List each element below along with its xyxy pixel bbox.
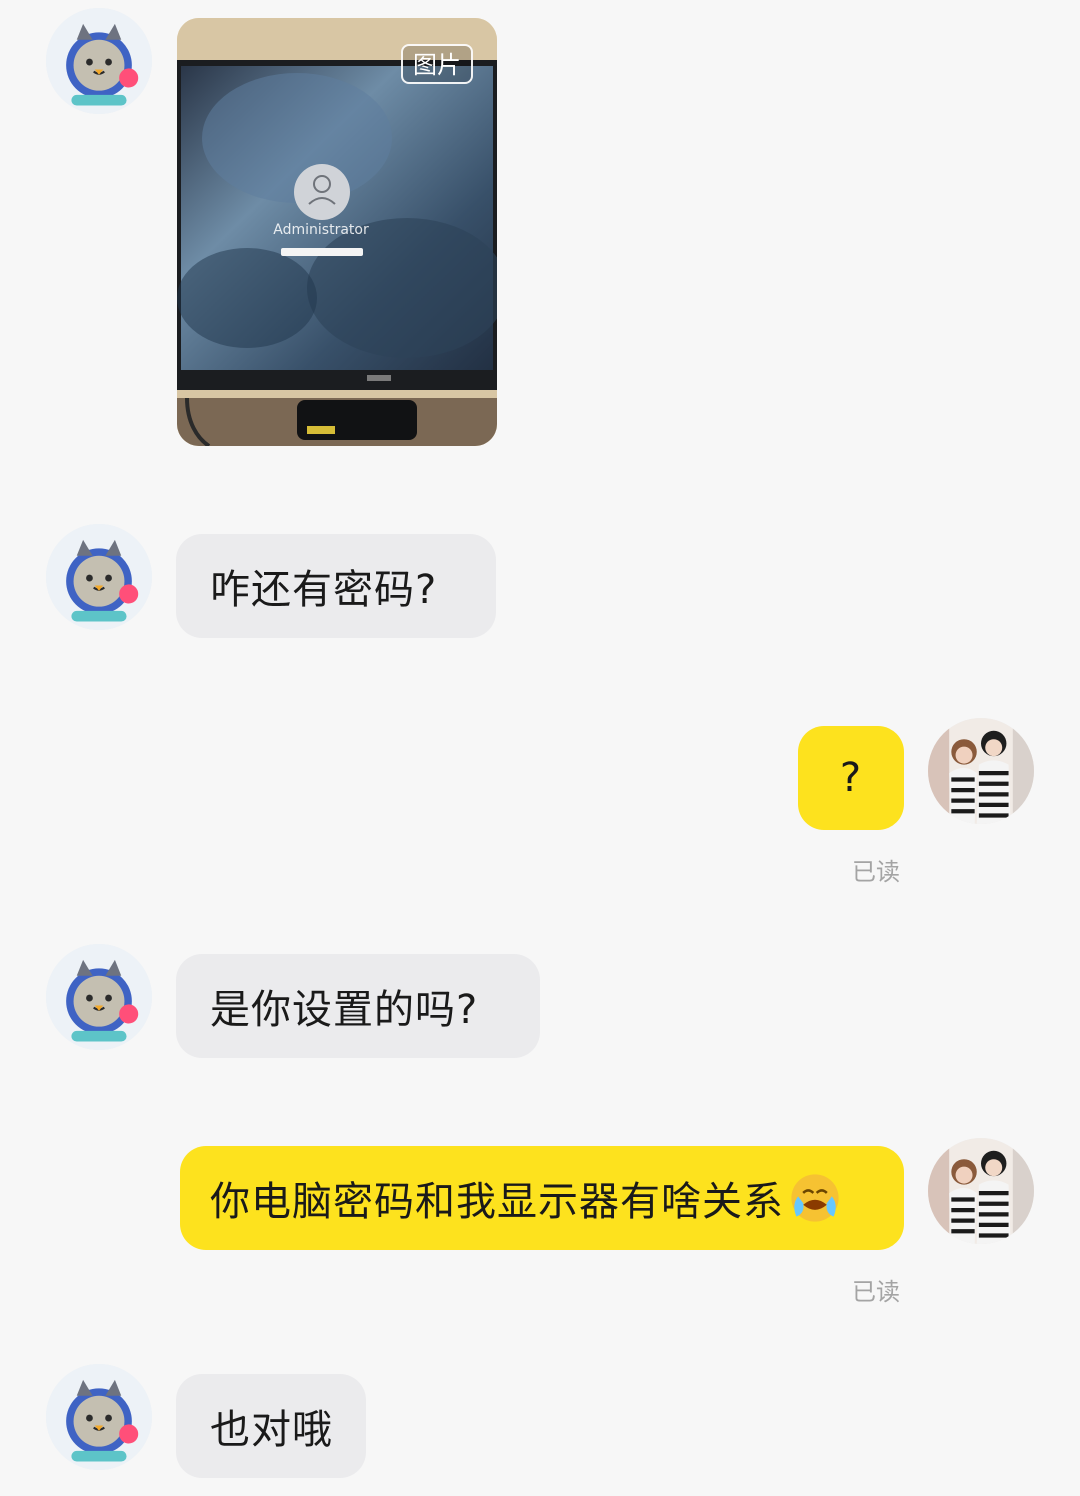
contact-avatar[interactable] bbox=[46, 8, 152, 114]
cat-avatar-icon bbox=[46, 1364, 152, 1470]
user-avatar[interactable] bbox=[928, 718, 1034, 824]
cat-avatar-icon bbox=[46, 524, 152, 630]
outgoing-message-bubble[interactable]: 你电脑密码和我显示器有啥关系 bbox=[180, 1146, 904, 1250]
couple-avatar-icon bbox=[928, 718, 1034, 824]
couple-avatar-icon bbox=[928, 1138, 1034, 1244]
message-text: 你电脑密码和我显示器有啥关系 bbox=[210, 1179, 784, 1225]
message-text: 也对哦 bbox=[210, 1407, 333, 1453]
image-message[interactable]: Administrator 图片 bbox=[177, 18, 497, 446]
message-text: 咋还有密码? bbox=[210, 567, 438, 613]
message-text: ? bbox=[839, 755, 863, 801]
message-text: 是你设置的吗? bbox=[210, 987, 479, 1033]
outgoing-message-bubble[interactable]: ? bbox=[798, 726, 904, 830]
cat-avatar-icon bbox=[46, 8, 152, 114]
crying-emoji-icon bbox=[791, 1174, 839, 1222]
read-receipt: 已读 bbox=[852, 858, 900, 886]
incoming-message-bubble[interactable]: 咋还有密码? bbox=[176, 534, 496, 638]
contact-avatar[interactable] bbox=[46, 944, 152, 1050]
user-avatar[interactable] bbox=[928, 1138, 1034, 1244]
login-user-label: Administrator bbox=[273, 222, 369, 238]
cat-avatar-icon bbox=[46, 944, 152, 1050]
image-tag-badge: 图片 bbox=[401, 44, 473, 84]
contact-avatar[interactable] bbox=[46, 1364, 152, 1470]
incoming-message-bubble[interactable]: 是你设置的吗? bbox=[176, 954, 540, 1058]
read-receipt: 已读 bbox=[852, 1278, 900, 1306]
contact-avatar[interactable] bbox=[46, 524, 152, 630]
incoming-message-bubble[interactable]: 也对哦 bbox=[176, 1374, 366, 1478]
chat-thread: Administrator 图片 咋还有密码? ? 已读 是你设置的吗? 你电脑… bbox=[0, 0, 1080, 1496]
